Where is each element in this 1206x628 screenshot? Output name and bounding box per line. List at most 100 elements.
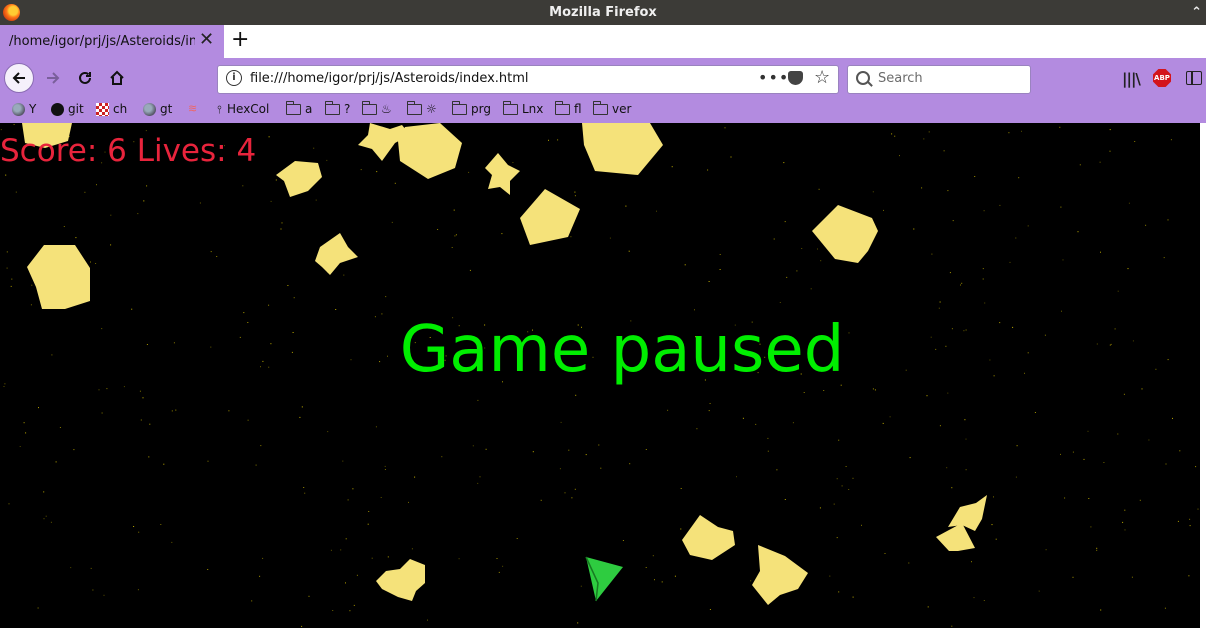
home-button[interactable]	[102, 63, 132, 93]
star	[872, 388, 874, 390]
bookmark-item[interactable]: git	[51, 102, 84, 116]
star	[137, 213, 139, 215]
star	[1177, 520, 1179, 522]
star	[1131, 576, 1133, 578]
back-button[interactable]	[4, 63, 34, 93]
search-input[interactable]: Search	[878, 71, 923, 86]
star	[160, 524, 162, 525]
star	[1062, 259, 1064, 261]
search-bar[interactable]: Search	[847, 65, 1031, 94]
star	[343, 274, 345, 276]
star	[708, 410, 710, 412]
star	[441, 456, 443, 458]
star	[19, 446, 21, 447]
star	[275, 179, 277, 181]
star	[1088, 498, 1090, 499]
bookmark-folder[interactable]: Lnx	[503, 100, 543, 116]
url-bar[interactable]: i file:///home/igor/prj/js/Asteroids/ind…	[217, 65, 839, 94]
firefox-logo-icon	[3, 4, 20, 21]
pocket-icon[interactable]	[788, 71, 803, 85]
page-actions-menu-icon[interactable]: •••	[758, 68, 789, 87]
star	[1100, 251, 1101, 253]
bookmark-folder[interactable]: a	[286, 100, 312, 116]
bookmark-folder[interactable]: ?	[325, 100, 350, 116]
star	[137, 589, 139, 591]
star	[262, 557, 264, 559]
star	[696, 428, 698, 430]
player-ship	[585, 556, 623, 602]
star	[512, 162, 514, 163]
star	[1018, 177, 1020, 179]
star	[823, 390, 825, 391]
tab-close-icon[interactable]: ✕	[199, 31, 214, 49]
star	[560, 421, 562, 423]
page-edge	[1200, 123, 1206, 628]
asteroid	[812, 205, 878, 263]
bookmark-folder[interactable]: ☼	[407, 100, 437, 116]
sidebar-toggle-icon[interactable]	[1186, 71, 1202, 85]
star	[568, 449, 570, 451]
star	[600, 467, 602, 469]
library-icon[interactable]: |||\	[1122, 70, 1141, 88]
star	[1148, 439, 1150, 441]
bookmark-folder[interactable]: prg	[452, 100, 491, 116]
star	[43, 491, 45, 493]
bookmark-item[interactable]: ch	[96, 102, 127, 116]
star	[960, 284, 961, 286]
star	[1099, 161, 1101, 163]
star	[345, 582, 346, 584]
star	[293, 297, 295, 299]
star	[965, 438, 967, 440]
star	[516, 538, 518, 539]
star	[55, 461, 57, 463]
star	[783, 162, 785, 164]
bookmark-folder[interactable]: ver	[593, 100, 631, 116]
tab-active[interactable]: /home/igor/prj/js/Asteroids/index.html ✕	[0, 25, 224, 58]
star	[609, 237, 611, 239]
site-info-icon[interactable]: i	[226, 70, 242, 86]
star	[884, 553, 886, 554]
star	[1016, 445, 1018, 447]
asteroid	[315, 233, 358, 275]
star	[984, 302, 986, 304]
star	[477, 399, 479, 401]
star	[982, 278, 984, 280]
star	[1015, 476, 1017, 478]
forward-arrow-icon	[47, 72, 60, 84]
bookmark-item[interactable]: gt	[143, 102, 172, 116]
star	[1164, 607, 1166, 609]
bookmark-folder[interactable]: ♨	[362, 100, 392, 116]
star	[148, 456, 150, 458]
star	[1045, 549, 1047, 551]
adblock-plus-icon[interactable]: ABP	[1153, 69, 1171, 87]
bookmark-folder[interactable]: fl	[555, 100, 582, 116]
star	[247, 419, 249, 421]
star	[1123, 393, 1125, 395]
star	[280, 228, 282, 230]
star	[496, 558, 498, 559]
star	[952, 220, 954, 222]
star	[708, 281, 710, 282]
score-lives-text: Score: 6 Lives: 4	[0, 133, 257, 169]
forward-button[interactable]	[38, 63, 68, 93]
star	[574, 488, 576, 490]
url-text[interactable]: file:///home/igor/prj/js/Asteroids/index…	[250, 71, 529, 86]
bookmark-item[interactable]: ⫯ HexCol	[217, 102, 269, 116]
reload-icon	[79, 71, 91, 84]
home-icon	[110, 70, 124, 85]
reload-button[interactable]	[70, 63, 100, 93]
bookmark-item[interactable]: Y	[12, 102, 36, 116]
star	[836, 537, 838, 539]
star	[13, 124, 15, 125]
star	[242, 185, 244, 187]
game-canvas[interactable]: Score: 6 Lives: 4 Game paused	[0, 123, 1200, 628]
window-maximize-icon[interactable]: ⌃	[1191, 0, 1202, 25]
star	[270, 200, 272, 202]
star	[207, 569, 209, 570]
bookmark-star-icon[interactable]: ☆	[814, 67, 830, 88]
new-tab-icon[interactable]: +	[231, 28, 249, 52]
bookmark-item[interactable]: ≋	[188, 102, 205, 115]
star	[964, 419, 966, 421]
star	[779, 302, 781, 303]
pin-icon: ⫯	[217, 102, 222, 116]
